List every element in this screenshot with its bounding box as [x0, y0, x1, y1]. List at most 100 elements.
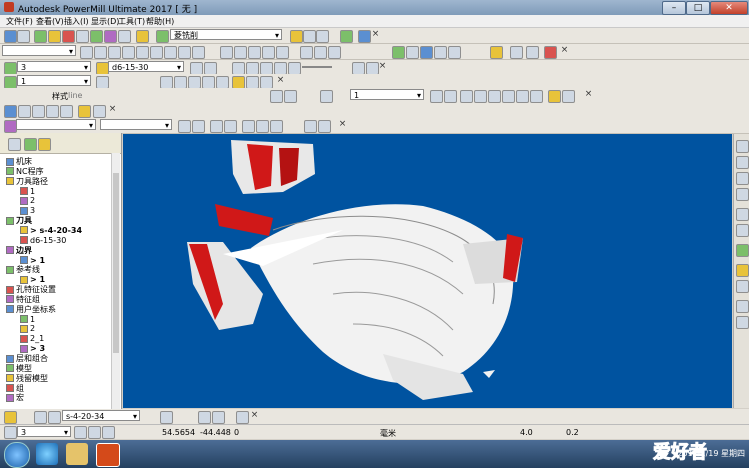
strategy-icon[interactable] [156, 30, 169, 43]
explorer-item[interactable]: 2 [20, 324, 35, 333]
status-wp-icon[interactable] [74, 426, 87, 439]
workplane-save-icon[interactable] [93, 105, 106, 118]
tool-setting-icon[interactable] [490, 46, 503, 59]
tool-holder-icon[interactable] [160, 411, 173, 424]
explorer-item[interactable]: NC程序 [6, 167, 44, 176]
feed-icon[interactable] [90, 30, 103, 43]
simulate-icon[interactable] [340, 30, 353, 43]
view-zoom-in-icon[interactable] [736, 208, 749, 221]
machine-icon[interactable] [510, 46, 523, 59]
view-iso4-icon[interactable] [736, 188, 749, 201]
toolbar-close-icon[interactable]: × [371, 30, 380, 39]
gouge-icon[interactable] [448, 46, 461, 59]
explorer-item[interactable]: > 1 [20, 256, 45, 265]
verify-icon[interactable] [303, 30, 316, 43]
pattern-edit-icon[interactable] [488, 90, 501, 103]
refresh-icon[interactable] [80, 46, 93, 59]
pattern-icon[interactable] [320, 90, 333, 103]
zoom-icon[interactable] [192, 46, 205, 59]
draft-shade-icon[interactable] [276, 46, 289, 59]
close-button[interactable]: ✕ [710, 1, 748, 15]
ie-icon[interactable] [36, 443, 58, 465]
start-button[interactable] [4, 442, 30, 468]
explorer-item[interactable]: 组 [6, 384, 24, 393]
menu-help[interactable]: 帮助(H) [146, 16, 174, 27]
active-tool-combo[interactable]: s-4-20-34 [62, 410, 140, 422]
toolbar5-close-icon[interactable]: × [584, 90, 593, 99]
view-iso3-icon[interactable] [736, 172, 749, 185]
menu-insert[interactable]: 插入(I) [64, 16, 89, 27]
toolbar7-close-icon[interactable]: × [338, 120, 347, 129]
tool-icon[interactable] [48, 30, 61, 43]
view-measure-icon[interactable] [736, 316, 749, 329]
explorer-item[interactable]: 刀具路径 [6, 177, 48, 186]
ruler-icon[interactable] [236, 411, 249, 424]
view-iso1-icon[interactable] [736, 140, 749, 153]
explorer-item[interactable]: 机床 [6, 157, 32, 166]
feature-edit-icon[interactable] [178, 120, 191, 133]
feature-add-icon[interactable] [192, 120, 205, 133]
pattern-save-icon[interactable] [444, 90, 457, 103]
bottom-toolbar-close-icon[interactable]: × [250, 411, 259, 420]
multi-color-icon[interactable] [262, 46, 275, 59]
start-point-icon[interactable] [104, 30, 117, 43]
view-rotate-icon[interactable] [164, 46, 177, 59]
workplane-align-icon[interactable] [18, 105, 31, 118]
explorer-tab2-icon[interactable] [24, 138, 37, 151]
collision-icon[interactable] [434, 46, 447, 59]
sim-speed-slider[interactable] [302, 66, 332, 68]
explorer-item[interactable]: 用户坐标系 [6, 305, 56, 314]
feature-pocket-icon[interactable] [256, 120, 269, 133]
link-icon[interactable] [358, 30, 371, 43]
explorer-item[interactable]: > s-4-20-34 [20, 226, 82, 235]
explorer-item[interactable]: 边界 [6, 246, 32, 255]
wireframe-icon[interactable] [234, 46, 247, 59]
toolbar3-close-icon[interactable]: × [378, 62, 387, 71]
workplane-lock-icon[interactable] [60, 105, 73, 118]
view-shade-icon[interactable] [736, 244, 749, 257]
workplane-options-icon[interactable] [78, 105, 91, 118]
explorer-folder-icon[interactable] [66, 443, 88, 465]
menu-display[interactable]: 显示(D) [91, 16, 119, 27]
view-side-icon[interactable] [150, 46, 163, 59]
explorer-item[interactable]: 1 [20, 315, 35, 324]
status-wp2-icon[interactable] [88, 426, 101, 439]
transparency-icon[interactable] [328, 46, 341, 59]
tool-list-icon[interactable] [34, 411, 47, 424]
explorer-item[interactable]: > 1 [20, 275, 45, 284]
pattern-combo[interactable]: 1 [350, 89, 424, 101]
explorer-item[interactable]: 残留模型 [6, 374, 48, 383]
view-top-icon[interactable] [108, 46, 121, 59]
explorer-scrollbar[interactable] [111, 153, 120, 409]
menu-view[interactable]: 查看(V) [36, 16, 64, 27]
view-iso-icon[interactable] [122, 46, 135, 59]
feature-copy-icon[interactable] [318, 120, 331, 133]
explorer-scroll-thumb[interactable] [113, 173, 119, 353]
menu-tools[interactable]: 工具(T) [118, 16, 145, 27]
view-iso2-icon[interactable] [736, 156, 749, 169]
end-point-icon[interactable] [118, 30, 131, 43]
powermill-taskbar-icon[interactable] [96, 443, 120, 467]
explorer-tab-icon[interactable] [8, 138, 21, 151]
explorer-tab3-icon[interactable] [38, 138, 51, 151]
explorer-item[interactable]: 模型 [6, 364, 32, 373]
block-icon[interactable] [62, 30, 75, 43]
view-globe-icon[interactable] [736, 280, 749, 293]
pattern-add-icon[interactable] [474, 90, 487, 103]
explorer-item[interactable]: 特征组 [6, 295, 40, 304]
explorer-item[interactable]: 参考线 [6, 265, 40, 274]
explorer-item[interactable]: > 3 [20, 344, 45, 353]
view-front-icon[interactable] [136, 46, 149, 59]
explorer-item[interactable]: d6-15-30 [20, 236, 66, 245]
workplane-combo[interactable]: 3 [17, 61, 91, 73]
new-icon[interactable] [4, 30, 17, 43]
explorer-item[interactable]: 3 [20, 206, 35, 215]
graphics-viewport[interactable] [123, 134, 732, 408]
stock-icon[interactable] [420, 46, 433, 59]
view-zoom-out-icon[interactable] [736, 224, 749, 237]
workplane-create-icon[interactable] [4, 105, 17, 118]
view-pan-icon[interactable] [178, 46, 191, 59]
pattern-delete-icon[interactable] [530, 90, 543, 103]
feature-combo[interactable] [16, 119, 96, 131]
strategy-combo[interactable]: 菱铣削 [170, 29, 282, 41]
